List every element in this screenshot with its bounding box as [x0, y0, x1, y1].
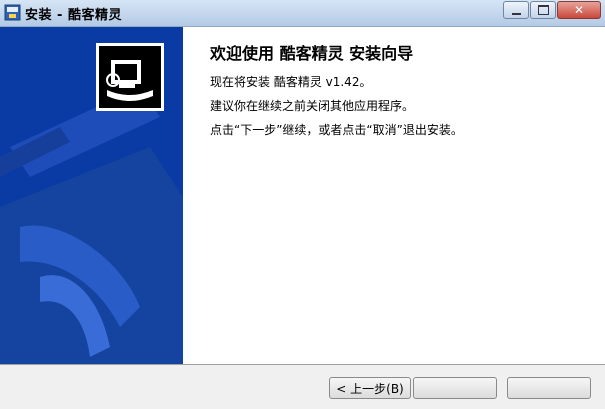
close-button[interactable]: ✕ [557, 1, 601, 19]
wizard-sidebar [0, 27, 183, 364]
next-cancel-instructions: 点击“下一步”继续，或者点击“取消”退出安装。 [210, 123, 463, 137]
product-logo [96, 43, 164, 111]
cancel-button[interactable] [507, 377, 591, 399]
title-bar[interactable]: 安装 - 酷客精灵 ✕ [0, 0, 605, 27]
wizard-footer: < 上一步(B) [0, 364, 605, 409]
installer-window: 安装 - 酷客精灵 ✕ 欢迎使用 酷客精灵 安装向导 现在将安装 酷客精灵 v1… [0, 0, 605, 409]
maximize-button[interactable] [530, 1, 556, 19]
installer-icon [4, 4, 21, 21]
install-info: 现在将安装 酷客精灵 v1.42。 [210, 75, 372, 89]
minimize-icon [511, 12, 521, 15]
page-title: 欢迎使用 酷客精灵 安装向导 [210, 44, 414, 63]
back-button[interactable]: < 上一步(B) [329, 377, 411, 399]
minimize-button[interactable] [503, 1, 529, 19]
maximize-icon [537, 5, 549, 15]
close-apps-advice: 建议你在继续之前关闭其他应用程序。 [210, 99, 415, 113]
wizard-content: 欢迎使用 酷客精灵 安装向导 现在将安装 酷客精灵 v1.42。 建议你在继续之… [0, 27, 605, 364]
close-icon: ✕ [573, 3, 585, 17]
window-title: 安装 - 酷客精灵 [25, 8, 122, 23]
next-button[interactable] [413, 377, 497, 399]
wizard-main: 欢迎使用 酷客精灵 安装向导 现在将安装 酷客精灵 v1.42。 建议你在继续之… [183, 27, 605, 364]
